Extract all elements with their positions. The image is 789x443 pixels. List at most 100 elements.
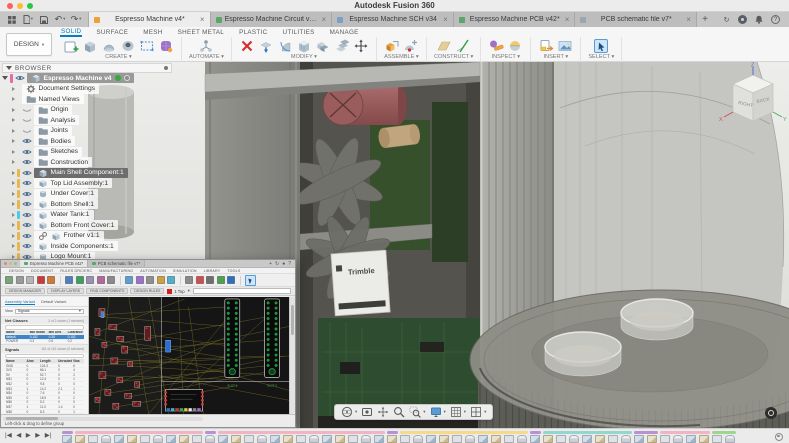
glass-cup-front[interactable] (544, 331, 622, 377)
timeline-feature-icon[interactable] (88, 434, 98, 443)
document-tab[interactable]: Espresso Machine PCB v42* × (453, 12, 576, 27)
ribbon-tab-surface[interactable]: SURFACE (95, 28, 129, 36)
tab-close-icon[interactable]: × (565, 15, 570, 24)
timeline-feature-icon[interactable] (309, 434, 319, 443)
tab-close-icon[interactable]: × (443, 15, 448, 24)
job-status-icon[interactable]: ↻ (722, 15, 731, 24)
timeline-control[interactable]: ▶ (35, 433, 40, 440)
timeline-feature-icon[interactable] (634, 434, 644, 443)
timeline-feature-icon[interactable] (647, 434, 657, 443)
redo-icon[interactable]: ↷ ▾ (71, 15, 82, 25)
ribbon-tab-mesh[interactable]: MESH (142, 28, 163, 36)
timeline-feature-icon[interactable] (244, 434, 254, 443)
disclosure-icon[interactable] (12, 170, 15, 175)
timeline-feature-icon[interactable] (478, 434, 488, 443)
visibility-eye-icon[interactable] (21, 200, 32, 208)
zoom-window-icon[interactable]: ▾ (409, 406, 426, 418)
timeline-settings-gear-icon[interactable] (775, 432, 783, 441)
disclosure-icon[interactable] (12, 139, 15, 144)
pcb-window-controls[interactable] (1, 260, 20, 267)
browser-item[interactable]: Water Tank:1 (2, 209, 172, 221)
pcb-tool-icon[interactable] (15, 276, 24, 284)
timeline-feature-icon[interactable] (153, 434, 163, 443)
visibility-eye-icon[interactable] (21, 221, 32, 229)
disclosure-icon[interactable] (12, 212, 15, 217)
viewport-layout-icon[interactable]: ▾ (470, 406, 486, 418)
disclosure-icon[interactable] (2, 76, 8, 81)
timeline-feature-icon[interactable] (114, 434, 124, 443)
browser-item[interactable]: Frother v1:1 (2, 230, 172, 242)
avatar[interactable] (738, 15, 747, 24)
timeline-feature-icon[interactable] (556, 434, 566, 443)
timeline-feature-icon[interactable] (504, 434, 514, 443)
pcb-tool-icon[interactable] (36, 276, 45, 284)
ribbon-group-label[interactable]: AUTOMATE ▾ (189, 54, 224, 60)
timeline-control[interactable]: ◀ (16, 433, 21, 440)
pcb-tool-icon[interactable] (146, 276, 154, 284)
disclosure-icon[interactable] (12, 160, 15, 165)
display-settings-icon[interactable]: ▾ (430, 406, 446, 418)
pcb-menu-library[interactable]: LIBRARY (204, 269, 221, 273)
disclosure-icon[interactable] (12, 97, 15, 102)
form-icon[interactable] (158, 38, 174, 54)
browser-item[interactable]: Origin (2, 104, 172, 116)
tab-close-icon[interactable]: × (200, 15, 205, 24)
feedback-icon[interactable] (765, 407, 777, 419)
browser-root-item[interactable]: Espresso Machine v4 (2, 73, 172, 84)
browser-item[interactable]: Document Settings (2, 83, 172, 95)
visibility-eye-icon[interactable] (21, 242, 32, 250)
pcb-document-tab[interactable]: PCB schematic file v7* (88, 260, 146, 267)
browser-item[interactable]: Bottom Shell:1 (2, 199, 172, 210)
combine-icon[interactable] (315, 38, 331, 54)
document-tab[interactable]: Espresso Machine SCH v34 × (332, 12, 454, 27)
workspace-switcher[interactable]: DESIGN ▾ (6, 33, 52, 56)
view-select[interactable]: Signals ▾ (14, 308, 84, 314)
pcb-tool-icon[interactable] (26, 276, 34, 284)
pcb-menu-simulation[interactable]: SIMULATION (173, 269, 197, 273)
hole-icon[interactable] (120, 38, 136, 54)
timeline-feature-icon[interactable] (699, 434, 709, 443)
browser-item[interactable]: Top Lid Assembly:1 (2, 178, 172, 189)
glass-cup-back[interactable] (620, 298, 694, 341)
timeline-feature-icon[interactable] (725, 434, 735, 443)
timeline-feature-icon[interactable] (75, 434, 85, 443)
pcb-tool-icon[interactable] (227, 276, 235, 284)
document-tab[interactable]: PCB schematic file v7* × (575, 12, 697, 27)
help-icon[interactable]: ? (771, 15, 780, 24)
ribbon-tab-plastic[interactable]: PLASTIC (238, 28, 268, 36)
pcb-section-header[interactable]: Net Classes 2 of 2 shown (1 selected) (1, 315, 88, 324)
visibility-eye-icon[interactable] (14, 74, 25, 82)
timeline-feature-icon[interactable] (530, 434, 540, 443)
timeline-feature-icon[interactable] (517, 434, 527, 443)
visibility-eye-icon[interactable] (21, 137, 32, 145)
browser-item[interactable]: Bottom Front Cover:1 (2, 220, 172, 231)
visibility-eye-icon[interactable] (22, 127, 32, 135)
disclosure-icon[interactable] (12, 181, 15, 186)
pcb-component-selected[interactable] (165, 340, 171, 353)
disclosure-icon[interactable] (12, 118, 15, 123)
move-icon[interactable] (353, 38, 369, 54)
pcb-tool-icon[interactable] (167, 276, 175, 284)
pcb-variant-tabs[interactable]: Assembly Variant Default Variant (1, 297, 88, 307)
visibility-eye-icon[interactable] (21, 211, 32, 219)
timeline-feature-icon[interactable] (452, 434, 462, 443)
pcb-tool-icon[interactable] (185, 276, 193, 284)
timeline-feature-icon[interactable] (491, 434, 501, 443)
fillet-icon[interactable] (277, 38, 293, 54)
joint-icon[interactable] (403, 38, 419, 54)
ribbon-group-label[interactable]: INSERT ▾ (543, 54, 568, 60)
visibility-eye-icon[interactable] (21, 169, 32, 177)
plane-icon[interactable] (436, 38, 452, 54)
section-icon[interactable] (507, 38, 523, 54)
browser-item[interactable]: Analysis (2, 115, 172, 126)
timeline-feature-icon[interactable] (595, 434, 605, 443)
pcb-tool-icon[interactable] (156, 276, 165, 284)
timeline-feature-icon[interactable] (283, 434, 293, 443)
timeline-feature-icon[interactable] (361, 434, 371, 443)
timeline-feature-icon[interactable] (205, 434, 215, 443)
sketch-icon[interactable] (63, 38, 79, 54)
visibility-eye-icon[interactable] (21, 148, 32, 156)
automate-icon[interactable] (198, 38, 214, 54)
pcb-command-input[interactable] (192, 288, 291, 294)
tab-close-icon[interactable]: × (322, 15, 327, 24)
